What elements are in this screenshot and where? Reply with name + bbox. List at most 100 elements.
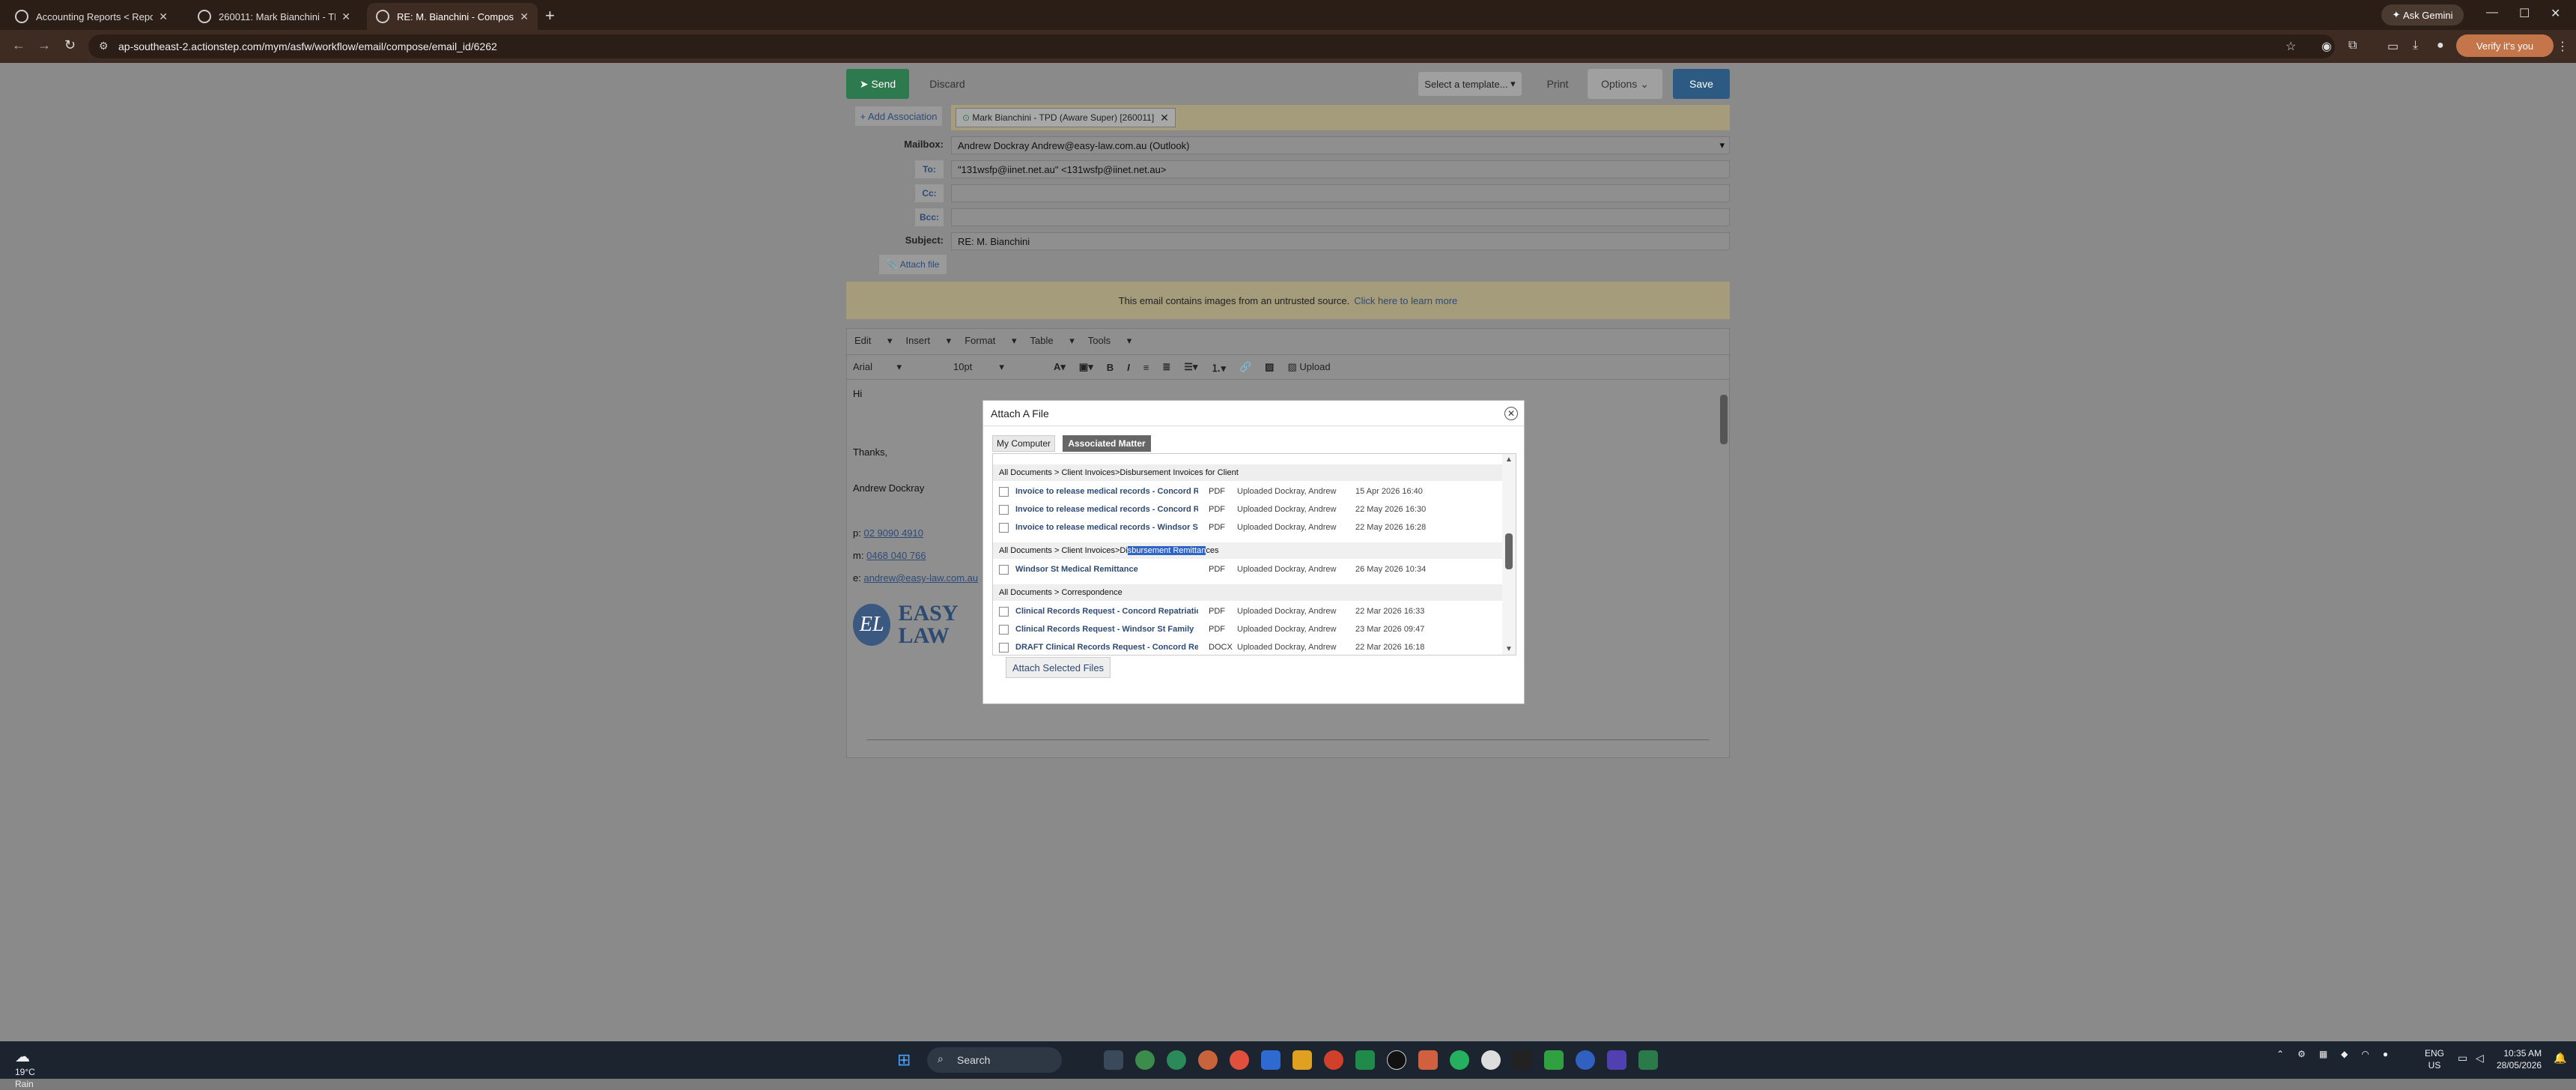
vpn-app-icon[interactable] [1544, 1050, 1564, 1070]
file-checkbox[interactable] [999, 564, 1009, 575]
search-app-icon[interactable] [1324, 1050, 1343, 1070]
language-indicator[interactable]: ENG US [2425, 1047, 2444, 1071]
extensions-icon[interactable]: ⧉ [2348, 39, 2357, 52]
upload-button[interactable]: ▨ Upload [1287, 361, 1330, 373]
tab-associated-matter[interactable]: Associated Matter [1063, 435, 1151, 452]
print-button[interactable]: Print [1535, 69, 1580, 99]
file-row[interactable]: DRAFT Clinical Records Request - Concord… [993, 638, 1502, 655]
reload-icon[interactable]: ↻ [64, 37, 76, 53]
file-row[interactable]: Invoice to release medical records - Con… [993, 500, 1502, 518]
file-checkbox[interactable] [999, 624, 1009, 635]
wifi-icon[interactable]: ◠ [2361, 1049, 2369, 1059]
notifications-icon[interactable]: 🔔 [2554, 1052, 2566, 1065]
association-chip[interactable]: ⊙ Mark Bianchini - TPD (Aware Super) [26… [956, 108, 1176, 127]
folder-app-icon[interactable] [1292, 1050, 1312, 1070]
remove-association-icon[interactable]: ✕ [1160, 112, 1169, 124]
browser-tab-accounting[interactable]: Accounting Reports < Reports ✕ [6, 3, 177, 30]
menu-insert[interactable]: Insert ▾ [906, 335, 952, 347]
close-tab-icon[interactable]: ✕ [341, 10, 350, 23]
options-button[interactable]: Options ⌄ [1588, 69, 1662, 99]
excel-app-icon[interactable] [1638, 1050, 1658, 1070]
menu-table[interactable]: Table ▾ [1030, 335, 1075, 347]
to-button[interactable]: To: [915, 160, 944, 178]
learn-more-link[interactable]: Click here to learn more [1354, 295, 1457, 306]
attach-file-button[interactable]: 📎 Attach file [879, 255, 947, 274]
password-app-icon[interactable] [1387, 1050, 1406, 1070]
messages-app-icon[interactable] [1355, 1050, 1375, 1070]
vpn-icon[interactable]: ◆ [2341, 1049, 2348, 1059]
file-checkbox[interactable] [999, 504, 1009, 515]
file-name[interactable]: Invoice to release medical records - Win… [1015, 523, 1198, 532]
whatsapp-app-icon[interactable] [1450, 1050, 1469, 1070]
scroll-thumb[interactable] [1720, 395, 1728, 444]
align-left-icon[interactable]: ≡ [1143, 362, 1149, 373]
add-association-button[interactable]: + Add Association [855, 106, 942, 126]
attach-selected-files-button[interactable]: Attach Selected Files [1006, 657, 1111, 678]
file-explorer-app-icon[interactable] [1104, 1050, 1123, 1070]
close-window-button[interactable]: ✕ [2551, 6, 2560, 21]
back-icon[interactable]: ← [12, 37, 25, 53]
scroll-down-icon[interactable]: ▼ [1505, 645, 1513, 653]
file-row[interactable]: Windsor St Medical Remittance PDF Uploaded… [993, 560, 1502, 578]
maximize-window-button[interactable]: ☐ [2519, 6, 2530, 21]
file-name[interactable]: Clinical Records Request - Concord Repat… [1015, 607, 1198, 616]
terminal-app-icon[interactable] [1513, 1050, 1532, 1070]
close-tab-icon[interactable]: ✕ [520, 10, 529, 23]
chrome-app-icon[interactable] [1135, 1050, 1155, 1070]
password-manager-icon[interactable]: ◉ [2321, 39, 2332, 54]
discard-button[interactable]: Discard [921, 69, 973, 99]
microphone-icon[interactable]: ● [2383, 1049, 2388, 1059]
highlight-color-icon[interactable]: ▣▾ [1079, 361, 1093, 373]
file-row[interactable]: Clinical Records Request - Windsor St Fa… [993, 620, 1502, 638]
cc-field[interactable] [951, 184, 1730, 202]
text-color-icon[interactable]: A▾ [1054, 361, 1066, 373]
file-row[interactable]: Invoice to release medical records - Win… [993, 518, 1502, 536]
send-button[interactable]: ➤ Send [846, 69, 909, 99]
file-checkbox[interactable] [999, 486, 1009, 497]
app-icon[interactable] [1418, 1050, 1438, 1070]
volume-icon[interactable]: ◁ [2476, 1052, 2484, 1065]
close-dialog-icon[interactable]: ✕ [1504, 407, 1518, 420]
weather-widget[interactable]: ☁ 19°C Rain [15, 1047, 36, 1090]
phone-link[interactable]: 02 9090 4910 [863, 527, 923, 539]
link-icon[interactable]: 🔗 [1239, 361, 1251, 373]
file-list-scrollbar[interactable]: ▲ ▼ [1502, 454, 1516, 655]
globe-app-icon[interactable] [1576, 1050, 1595, 1070]
tab-my-computer[interactable]: My Computer [992, 435, 1055, 452]
scroll-thumb[interactable] [1505, 533, 1513, 569]
email-link[interactable]: andrew@easy-law.com.au [863, 572, 978, 584]
file-name[interactable]: Windsor St Medical Remittance [1015, 565, 1198, 574]
menu-format[interactable]: Format ▾ [965, 335, 1016, 347]
file-name[interactable]: Invoice to release medical records - Con… [1015, 487, 1198, 496]
teams-app-icon[interactable] [1607, 1050, 1626, 1070]
taskbar-search[interactable]: ⌕ Search [927, 1047, 1062, 1073]
chatgpt-app-icon[interactable] [1481, 1050, 1501, 1070]
new-tab-button[interactable]: + [545, 6, 555, 25]
file-checkbox[interactable] [999, 642, 1009, 653]
save-button[interactable]: Save [1673, 69, 1730, 99]
browser-tab-compose[interactable]: RE: M. Bianchini - Compose Email ✕ [367, 3, 538, 30]
verify-identity-button[interactable]: Verify it's you [2456, 34, 2554, 57]
scroll-up-icon[interactable]: ▲ [1505, 455, 1513, 464]
site-info-icon[interactable]: ⚙ [99, 40, 109, 52]
to-field[interactable]: "131wsfp@iinet.net.au" <131wsfp@iinet.ne… [951, 160, 1730, 178]
profile-avatar-icon[interactable]: ● [2437, 39, 2444, 52]
bcc-field[interactable] [951, 208, 1730, 226]
file-checkbox[interactable] [999, 606, 1009, 617]
system-clock[interactable]: 10:35 AM 28/05/2026 [2497, 1047, 2542, 1071]
minimize-window-button[interactable]: — [2486, 6, 2498, 19]
close-tab-icon[interactable]: ✕ [159, 10, 168, 23]
bookmark-star-icon[interactable]: ☆ [2285, 39, 2296, 54]
chrome-active-app-icon[interactable] [1198, 1050, 1218, 1070]
settings-icon[interactable]: ⚙ [2297, 1049, 2306, 1059]
file-checkbox[interactable] [999, 522, 1009, 533]
bullet-list-icon[interactable]: ☰▾ [1184, 361, 1197, 373]
browser-tab-matter[interactable]: 260011: Mark Bianchini - TPD (Aware Supe… [189, 3, 359, 30]
file-name[interactable]: DRAFT Clinical Records Request - Concord… [1015, 643, 1198, 652]
align-center-icon[interactable]: ≣ [1162, 361, 1170, 373]
chevron-up-icon[interactable]: ⌃ [2276, 1049, 2284, 1059]
file-name[interactable]: Clinical Records Request - Windsor St Fa… [1015, 625, 1198, 634]
outlook-app-icon[interactable] [1261, 1050, 1281, 1070]
chrome-profile-app-icon[interactable] [1167, 1050, 1186, 1070]
bcc-button[interactable]: Bcc: [915, 208, 944, 226]
